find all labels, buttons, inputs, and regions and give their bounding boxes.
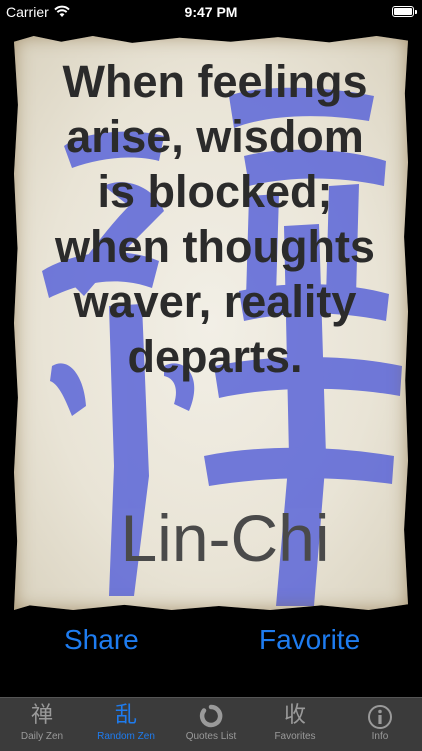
tab-label: Daily Zen (20, 731, 64, 742)
battery-icon (392, 6, 414, 17)
quote-line: waver, reality (73, 276, 357, 327)
tab-info[interactable]: Info (338, 698, 422, 751)
quote-author: Lin-Chi (120, 501, 330, 575)
status-time: 9:47 PM (184, 4, 238, 20)
random-zen-icon: 乱 (114, 702, 137, 727)
tab-label: Random Zen (97, 731, 155, 742)
quote-text: When feelings arise, wisdom is blocked; … (18, 54, 412, 384)
quote-line: when thoughts (55, 221, 375, 272)
tab-bar: 禅 Daily Zen 乱 Random Zen Quotes List 收 F… (0, 697, 422, 751)
tab-quotes-list[interactable]: Quotes List (169, 698, 253, 751)
tab-label: Quotes List (185, 731, 237, 742)
tab-favorites[interactable]: 收 Favorites (253, 698, 337, 751)
favorites-icon: 收 (283, 702, 306, 727)
daily-zen-icon: 禅 (30, 702, 53, 727)
quote-line: departs. (127, 331, 303, 382)
tab-daily-zen[interactable]: 禅 Daily Zen (0, 698, 84, 751)
favorite-button[interactable]: Favorite (259, 624, 360, 656)
info-icon (338, 698, 422, 732)
tab-label: Favorites (274, 731, 316, 742)
quote-line: When feelings (62, 56, 368, 107)
status-bar: Carrier 9:47 PM (0, 0, 422, 26)
tab-label: Info (371, 731, 389, 742)
share-button[interactable]: Share (64, 624, 139, 656)
quote-line: arise, wisdom (66, 111, 364, 162)
quote-line: is blocked; (97, 166, 333, 217)
tab-random-zen[interactable]: 乱 Random Zen (84, 698, 168, 751)
enso-icon (169, 698, 253, 732)
